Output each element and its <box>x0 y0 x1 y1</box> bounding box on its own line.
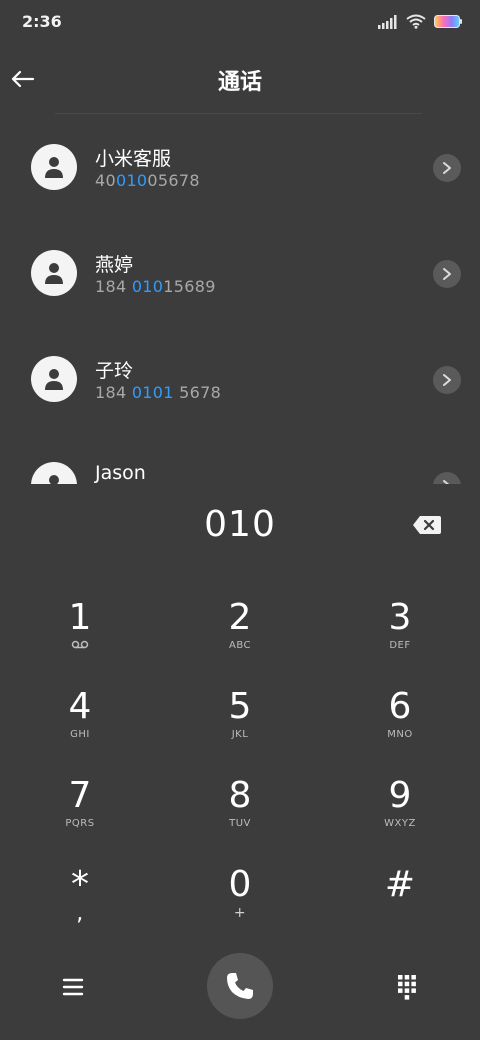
dialed-number: 010 <box>204 504 276 545</box>
contact-number: 184 01015689 <box>95 277 216 296</box>
person-icon <box>45 263 63 284</box>
dialpad-toggle-button[interactable] <box>392 970 422 1002</box>
contact-name: 子玲 <box>95 360 134 382</box>
contact-detail-button[interactable] <box>433 260 461 288</box>
key-star[interactable]: * , <box>0 865 160 953</box>
header: 通话 <box>0 52 480 112</box>
chevron-right-icon <box>443 268 451 280</box>
chevron-right-icon <box>443 480 450 484</box>
chevron-right-icon <box>443 162 451 174</box>
contact-name: 燕婷 <box>95 254 134 276</box>
key-9[interactable]: 9 WXYZ <box>320 776 480 864</box>
number-match: 010 <box>115 171 148 190</box>
key-5[interactable]: 5 JKL <box>160 687 320 775</box>
page-title: 通话 <box>217 70 262 95</box>
key-0[interactable]: 0 + <box>160 865 320 953</box>
voicemail-icon <box>71 640 89 649</box>
contact-row[interactable]: Jason <box>0 432 480 484</box>
menu-icon <box>62 978 84 996</box>
key-8[interactable]: 8 TUV <box>160 776 320 864</box>
key-3[interactable]: 3 DEF <box>320 598 480 686</box>
contact-detail-button[interactable] <box>433 154 461 182</box>
phone-icon <box>227 973 253 999</box>
wifi-icon <box>406 14 426 29</box>
number-match: 0101 <box>131 383 174 402</box>
dialpad-icon <box>398 975 416 1000</box>
bottom-bar <box>0 950 480 1030</box>
key-hash[interactable]: # <box>320 865 480 953</box>
contact-detail-button[interactable] <box>433 472 461 484</box>
avatar <box>31 250 77 296</box>
battery-icon <box>434 15 462 28</box>
key-6[interactable]: 6 MNO <box>320 687 480 775</box>
contact-number: 4001005678 <box>95 171 200 190</box>
person-icon <box>45 369 63 390</box>
avatar <box>31 356 77 402</box>
number-match: 010 <box>131 277 164 296</box>
status-time: 2:36 <box>22 12 62 31</box>
key-7[interactable]: 7 PQRS <box>0 776 160 864</box>
contact-name: Jason <box>95 462 146 484</box>
call-button[interactable] <box>207 953 273 1019</box>
contact-detail-button[interactable] <box>433 366 461 394</box>
search-results-list: 小米客服 4001005678 燕婷 184 01015689 子玲 184 0… <box>0 114 480 484</box>
avatar <box>31 462 77 484</box>
contact-row[interactable]: 燕婷 184 01015689 <box>0 220 480 326</box>
person-icon <box>45 157 63 178</box>
menu-button[interactable] <box>58 972 88 1002</box>
contact-name: 小米客服 <box>95 148 172 170</box>
backspace-icon <box>413 516 441 534</box>
status-bar: 2:36 <box>0 0 480 44</box>
contact-row[interactable]: 小米客服 4001005678 <box>0 114 480 220</box>
avatar <box>31 144 77 190</box>
key-2[interactable]: 2 ABC <box>160 598 320 686</box>
status-icons <box>378 14 462 29</box>
backspace-button[interactable] <box>412 514 442 536</box>
key-4[interactable]: 4 GHI <box>0 687 160 775</box>
contact-number: 184 0101 5678 <box>95 383 222 402</box>
key-1[interactable]: 1 <box>0 598 160 686</box>
dial-display: 010 <box>0 500 480 556</box>
signal-icon <box>378 14 397 29</box>
chevron-right-icon <box>443 374 451 386</box>
person-icon <box>49 475 59 484</box>
contact-row[interactable]: 子玲 184 0101 5678 <box>0 326 480 432</box>
